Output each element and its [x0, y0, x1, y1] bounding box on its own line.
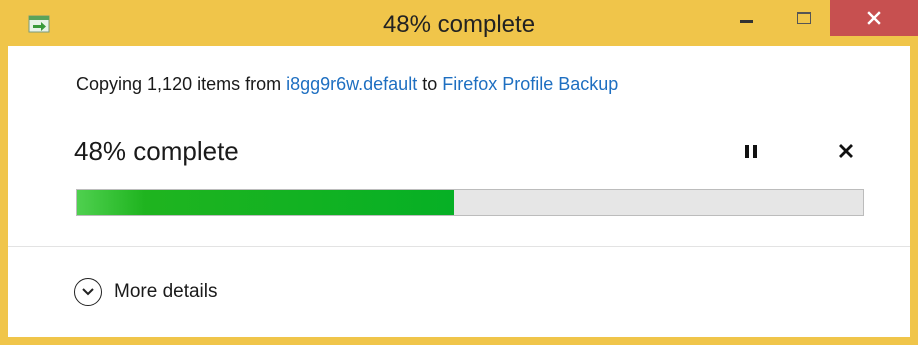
copy-progress-window: 48% complete Copying 1,120 items from i8…: [0, 0, 918, 345]
minimize-button[interactable]: [724, 0, 768, 36]
divider: [8, 246, 910, 247]
progress-bar-fill: [77, 190, 455, 215]
chevron-down-icon: [82, 288, 94, 296]
close-icon: [867, 11, 881, 25]
destination-folder-link[interactable]: Firefox Profile Backup: [442, 74, 618, 94]
source-folder-link[interactable]: i8gg9r6w.default: [286, 74, 417, 94]
percent-complete-label: 48% complete: [74, 136, 239, 166]
pause-icon-bar: [753, 144, 757, 158]
chevron-down-circle-icon: [74, 278, 102, 306]
copy-connector: to: [417, 74, 443, 94]
minimize-icon: [739, 19, 753, 23]
maximize-icon: [797, 12, 811, 24]
close-button[interactable]: [830, 0, 918, 36]
pause-button[interactable]: [741, 140, 761, 162]
window-title: 48% complete: [382, 11, 536, 38]
dialog-content: Copying 1,120 items from i8gg9r6w.defaul…: [8, 46, 910, 337]
close-icon: [839, 144, 853, 158]
copy-prefix: Copying 1,120 items from: [76, 74, 287, 94]
title-bar[interactable]: 48% complete: [0, 0, 918, 46]
maximize-button[interactable]: [782, 0, 826, 36]
cancel-copy-button[interactable]: [835, 140, 857, 162]
pause-icon: [745, 144, 749, 158]
progress-bar: [76, 189, 864, 216]
more-details-label: More details: [114, 281, 218, 302]
more-details-button[interactable]: More details: [74, 278, 218, 306]
copy-status-text: Copying 1,120 items from i8gg9r6w.defaul…: [76, 74, 618, 95]
